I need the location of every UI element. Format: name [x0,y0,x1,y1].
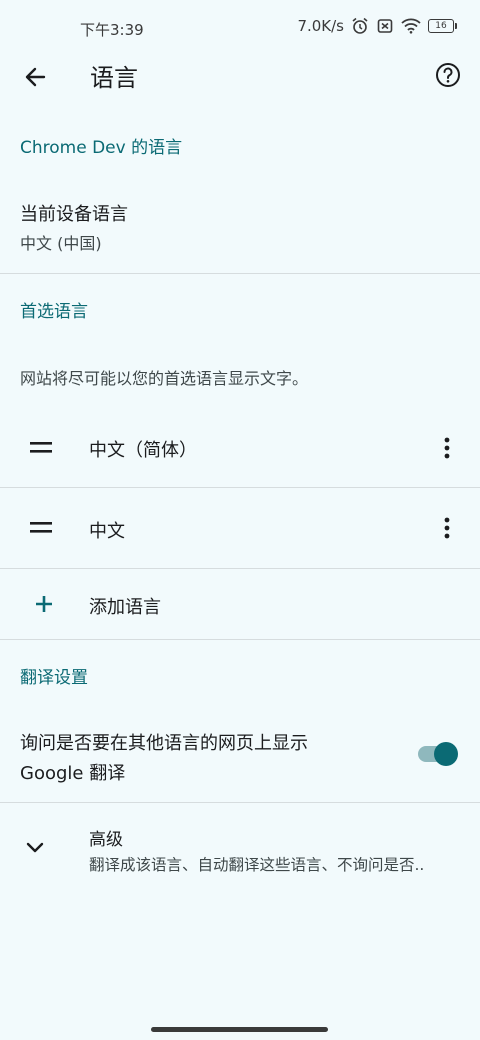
arrow-back-icon[interactable] [20,62,50,92]
divider [0,639,480,640]
advanced-title: 高级 [89,830,123,850]
gesture-nav-handle[interactable] [151,1027,328,1032]
page-title: 语言 [90,64,138,92]
device-language-item[interactable]: 当前设备语言 中文 (中国) [0,190,480,272]
offer-translate-item[interactable]: 询问是否要在其他语言的网页上显示 Google 翻译 [0,720,480,800]
add-icon [36,596,52,612]
device-language-title: 当前设备语言 [20,204,128,225]
drag-handle-icon[interactable] [30,521,52,535]
advanced-summary: 翻译成该语言、自动翻译这些语言、不询问是否.. [89,856,425,874]
status-bar: 下午3:39 7.0K/s 16 [0,0,480,56]
more-vert-icon[interactable] [444,517,450,539]
offer-translate-label-line1: 询问是否要在其他语言的网页上显示 [20,733,308,754]
language-item: 中文 [0,490,480,566]
advanced-item[interactable]: 高级 翻译成该语言、自动翻译这些语言、不询问是否.. [0,815,480,890]
sim-off-icon [377,19,393,33]
help-circle-icon[interactable] [434,61,462,89]
drag-handle-icon[interactable] [30,441,52,455]
language-item: 中文（简体） [0,410,480,486]
chevron-down-icon [26,842,44,853]
section-header-translate: 翻译设置 [20,668,88,688]
divider [0,273,480,274]
offer-translate-label-line2: Google 翻译 [20,763,126,784]
battery-level: 16 [435,21,447,31]
toggle-thumb [434,742,458,766]
add-language-button[interactable]: 添加语言 [0,572,480,638]
language-label: 中文 [89,521,125,542]
network-speed: 7.0K/s [297,17,344,35]
alarm-icon [352,17,368,34]
divider [0,568,480,569]
section-header-preferred: 首选语言 [20,302,88,322]
language-label: 中文（简体） [89,440,197,461]
device-language-value: 中文 (中国) [20,234,102,253]
preferred-description: 网站将尽可能以您的首选语言显示文字。 [20,369,309,388]
divider [0,487,480,488]
app-bar: 语言 [0,56,480,96]
divider [0,802,480,803]
battery-icon: 16 [428,19,457,33]
add-language-label: 添加语言 [89,597,161,618]
status-icons: 7.0K/s 16 [297,17,457,35]
status-time: 下午3:39 [80,21,144,39]
more-vert-icon[interactable] [444,437,450,459]
wifi-icon [401,18,421,34]
section-header-app-language: Chrome Dev 的语言 [20,138,183,158]
offer-translate-toggle[interactable] [418,742,458,766]
